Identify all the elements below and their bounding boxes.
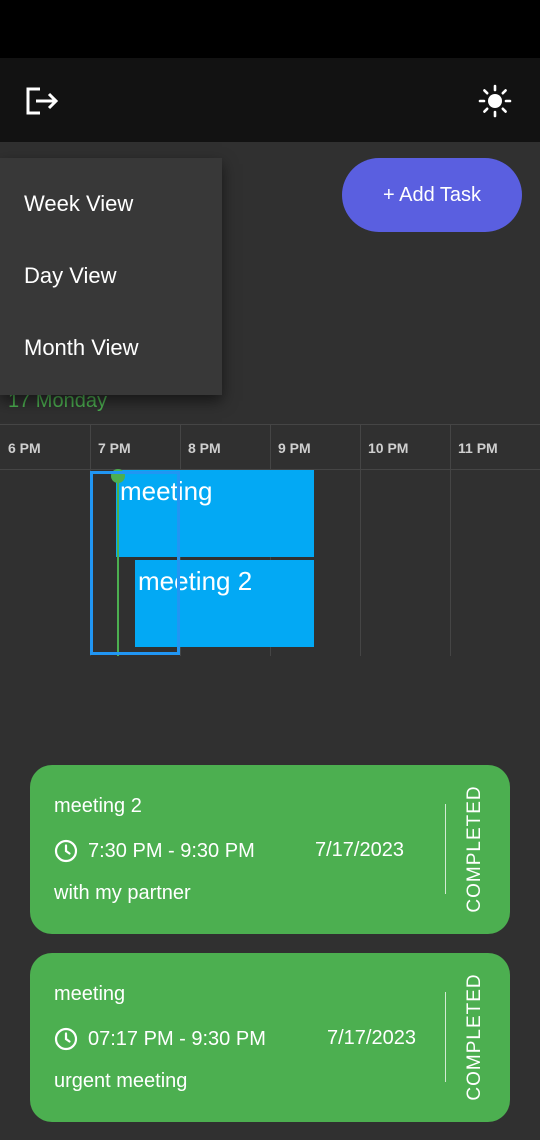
task-title: meeting 2 — [54, 795, 142, 817]
task-time-row: 7:30 PM - 9:30 PM — [54, 839, 255, 863]
hour-label: 7 PM — [98, 440, 131, 456]
clock-icon — [54, 839, 78, 863]
view-menu: Week View Day View Month View — [0, 158, 222, 395]
task-time-row: 07:17 PM - 9:30 PM — [54, 1027, 266, 1051]
menu-item-day-view[interactable]: Day View — [0, 240, 222, 312]
task-date: 7/17/2023 — [315, 839, 404, 861]
sun-icon[interactable] — [478, 84, 512, 118]
menu-item-week-view[interactable]: Week View — [0, 168, 222, 240]
task-status-label: COMPLETED — [464, 973, 485, 1101]
task-description: with my partner — [54, 882, 191, 904]
card-divider — [445, 992, 446, 1082]
hour-label: 8 PM — [188, 440, 221, 456]
task-status-label: COMPLETED — [464, 785, 485, 913]
task-time: 07:17 PM - 9:30 PM — [88, 1027, 266, 1050]
task-description: urgent meeting — [54, 1070, 188, 1092]
task-card[interactable]: meeting 07:17 PM - 9:30 PM 7/17/2023 urg… — [30, 953, 510, 1122]
card-divider — [445, 804, 446, 894]
task-card[interactable]: meeting 2 7:30 PM - 9:30 PM 7/17/2023 wi… — [30, 765, 510, 934]
hour-divider — [450, 424, 451, 656]
hour-label: 9 PM — [278, 440, 311, 456]
logout-icon[interactable] — [24, 86, 60, 116]
add-task-button[interactable]: + Add Task — [342, 158, 522, 232]
app-bar — [0, 58, 540, 142]
status-bar — [0, 0, 540, 58]
hour-label: 10 PM — [368, 440, 409, 456]
day-timeline: 6 PM 7 PM 8 PM 9 PM 10 PM 11 PM meeting … — [0, 424, 540, 656]
task-date: 7/17/2023 — [327, 1027, 416, 1049]
hour-label: 11 PM — [458, 440, 498, 456]
hour-divider — [360, 424, 361, 656]
selected-slot[interactable] — [90, 471, 180, 655]
hour-label: 6 PM — [8, 440, 41, 456]
task-time: 7:30 PM - 9:30 PM — [88, 839, 255, 862]
clock-icon — [54, 1027, 78, 1051]
task-title: meeting — [54, 983, 126, 1005]
menu-item-month-view[interactable]: Month View — [0, 312, 222, 384]
